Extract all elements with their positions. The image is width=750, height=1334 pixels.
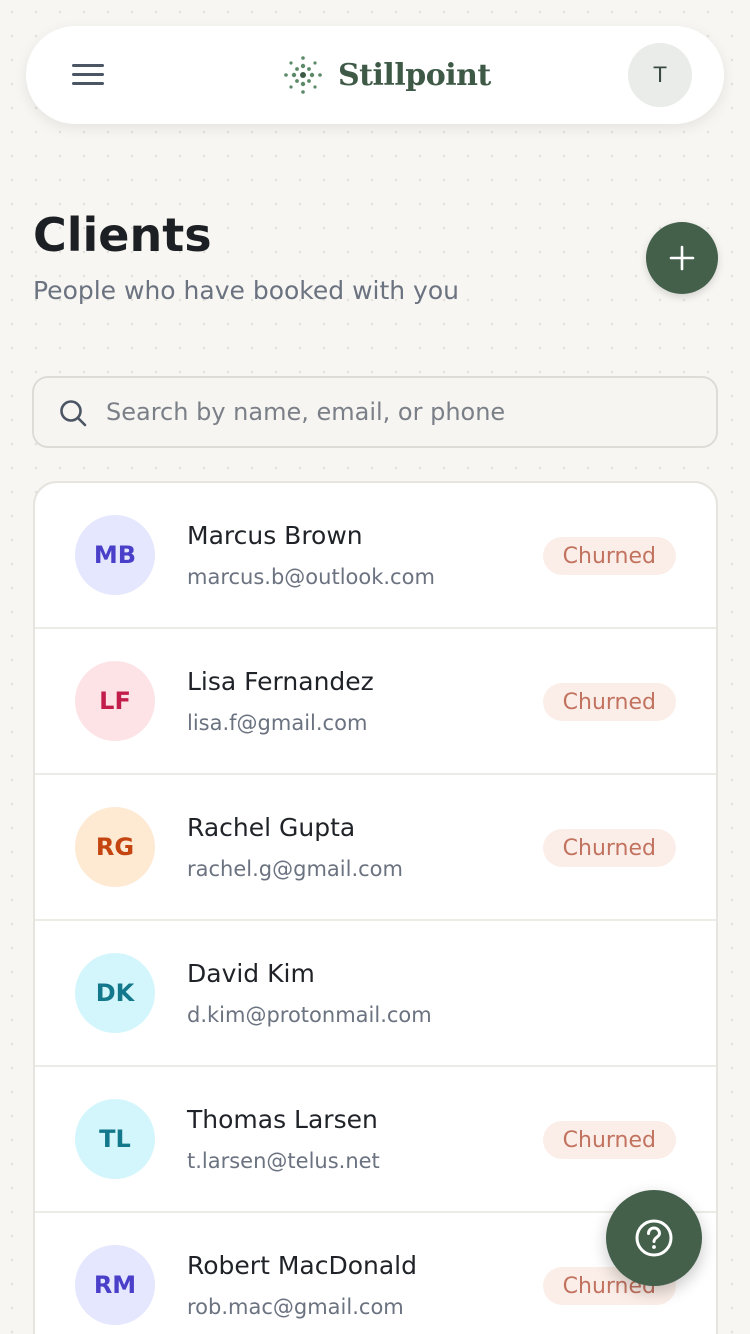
client-email: marcus.b@outlook.com: [187, 565, 435, 589]
help-button[interactable]: [606, 1190, 702, 1286]
dotted-burst-logo-icon: [284, 56, 322, 94]
client-avatar: RM: [75, 1245, 155, 1325]
status-badge: Churned: [542, 537, 676, 575]
page-title: Clients: [33, 208, 212, 262]
status-badge: Churned: [542, 683, 676, 721]
search-icon: [60, 400, 87, 427]
client-row[interactable]: LF Lisa Fernandez lisa.f@gmail.com Churn…: [35, 629, 716, 775]
hamburger-menu-icon[interactable]: [72, 61, 104, 89]
client-name: Rachel Gupta: [187, 813, 356, 842]
client-email: lisa.f@gmail.com: [187, 711, 368, 735]
client-row[interactable]: DK David Kim d.kim@protonmail.com: [35, 921, 716, 1067]
client-avatar: RG: [75, 807, 155, 887]
brand[interactable]: Stillpoint: [282, 50, 491, 100]
client-row[interactable]: MB Marcus Brown marcus.b@outlook.com Chu…: [35, 483, 716, 629]
client-email: t.larsen@telus.net: [187, 1149, 380, 1173]
client-avatar: LF: [75, 661, 155, 741]
plus-icon: [669, 245, 695, 271]
top-navigation-bar: Stillpoint T: [26, 26, 724, 124]
client-email: rob.mac@gmail.com: [187, 1295, 404, 1319]
client-name: Marcus Brown: [187, 521, 363, 550]
client-name: David Kim: [187, 959, 315, 988]
user-avatar[interactable]: T: [628, 43, 692, 107]
client-row[interactable]: RG Rachel Gupta rachel.g@gmail.com Churn…: [35, 775, 716, 921]
client-avatar: MB: [75, 515, 155, 595]
status-badge: Churned: [542, 829, 676, 867]
client-name: Lisa Fernandez: [187, 667, 374, 696]
question-circle-icon: [635, 1219, 673, 1257]
client-email: rachel.g@gmail.com: [187, 857, 403, 881]
client-avatar: DK: [75, 953, 155, 1033]
client-email: d.kim@protonmail.com: [187, 1003, 432, 1027]
client-name: Robert MacDonald: [187, 1251, 417, 1280]
client-row[interactable]: TL Thomas Larsen t.larsen@telus.net Chur…: [35, 1067, 716, 1213]
add-client-button[interactable]: [646, 222, 718, 294]
page-subtitle: People who have booked with you: [33, 276, 459, 305]
client-avatar: TL: [75, 1099, 155, 1179]
client-name: Thomas Larsen: [187, 1105, 378, 1134]
search-input[interactable]: [106, 390, 696, 434]
brand-name: Stillpoint: [338, 57, 491, 93]
status-badge: Churned: [542, 1121, 676, 1159]
search-bar: [32, 376, 718, 448]
client-list: MB Marcus Brown marcus.b@outlook.com Chu…: [33, 481, 718, 1334]
